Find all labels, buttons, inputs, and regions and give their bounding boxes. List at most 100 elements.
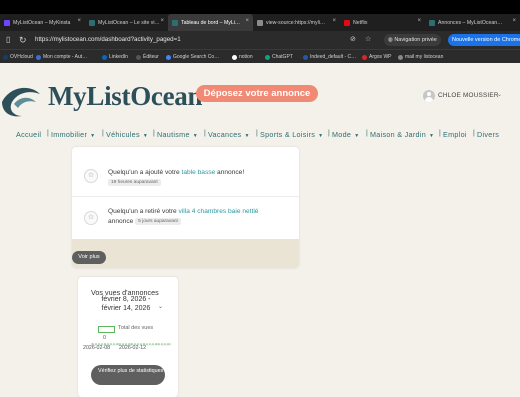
- reload-icon[interactable]: ↻: [19, 35, 27, 45]
- main-nav: Accueil Immobilier ▼ Véhicules ▼ Nautisme ▼ Vac…: [0, 130, 520, 142]
- bookmark-item[interactable]: LinkedIn: [102, 53, 128, 61]
- nav-item-5[interactable]: Sports & Loisirs ▼: [260, 130, 323, 139]
- activity-footer: [72, 239, 299, 268]
- nav-item-6[interactable]: Mode ▼: [332, 130, 359, 139]
- listing-link[interactable]: villa 4 chambres baie nettlé: [179, 208, 259, 215]
- bookmark-item[interactable]: OVHcloud: [3, 53, 33, 61]
- post-ad-button[interactable]: Déposez votre annonce: [196, 85, 318, 102]
- bookmark-item[interactable]: Google Search Co…: [166, 53, 219, 61]
- date-range-select[interactable]: février 8, 2026 - février 14, 2026: [92, 295, 160, 313]
- legend-label: Total des vues: [118, 325, 154, 331]
- bookmark-label: Éditeur: [143, 54, 159, 60]
- nav-item-0[interactable]: Accueil: [16, 130, 41, 139]
- bookmark-label: ChatGPT: [272, 54, 293, 60]
- bookmark-item[interactable]: Mon compte - Aut…: [36, 53, 87, 61]
- nav-item-2[interactable]: Véhicules ▼: [106, 130, 148, 139]
- browser-tab[interactable]: Netflix ×: [340, 14, 425, 31]
- data-point[interactable]: [169, 343, 171, 345]
- nav-item-label: Maison & Jardin: [370, 130, 427, 139]
- activity-time: 5 jours auparavant: [135, 218, 181, 225]
- nav-item-9[interactable]: Divers: [477, 130, 499, 139]
- favicon-icon: [344, 19, 350, 26]
- bookmark-label: Google Search Co…: [173, 54, 220, 60]
- nav-item-7[interactable]: Maison & Jardin ▼: [370, 130, 434, 139]
- private-label: Navigation privée: [394, 37, 437, 43]
- tab-title: MyListOcean – MyKinsta: [13, 19, 71, 26]
- nav-item-label: Accueil: [16, 130, 42, 139]
- bookmark-label: notion: [239, 54, 253, 60]
- browser-tab[interactable]: MyListOcean – MyKinsta ×: [0, 14, 85, 31]
- bookmark-item[interactable]: notion: [232, 53, 253, 61]
- close-tab-icon[interactable]: ×: [77, 18, 81, 24]
- hide-icon[interactable]: ⊘: [350, 35, 356, 45]
- bookmarks-bar: OVHcloud Mon compte - Aut… LinkedIn Éditeur…: [0, 49, 520, 63]
- browser-tab[interactable]: MyListOcean – Le site vi… ×: [85, 14, 168, 31]
- tab-title: MyListOcean – Le site vi…: [98, 19, 160, 26]
- favicon-icon: [257, 19, 263, 26]
- activity-suffix: annonce!: [215, 169, 245, 176]
- nav-item-1[interactable]: Immobilier ▼: [51, 130, 95, 139]
- activity-time: 19 heures auparavant: [108, 179, 161, 186]
- bookmark-label: OVHcloud: [10, 54, 33, 60]
- tab-title: Annonces – MyListOcean…: [438, 19, 503, 26]
- wave-logo-icon[interactable]: [0, 82, 44, 120]
- chevron-down-icon[interactable]: ⌄: [158, 303, 163, 310]
- site-logo-text[interactable]: MyListOcean: [48, 81, 202, 112]
- user-menu[interactable]: CHLOE MOUSSIER: [438, 92, 499, 99]
- nav-separator: |: [256, 130, 258, 137]
- close-tab-icon[interactable]: ×: [332, 18, 336, 24]
- tab-title: view-source:https://myli…: [266, 19, 326, 26]
- activity-suffix: annonce: [108, 218, 134, 225]
- browser-tab[interactable]: view-source:https://myli… ×: [253, 14, 340, 31]
- chevron-down-icon: ▼: [318, 133, 324, 139]
- browser-tab[interactable]: Tableau de bord – MyLi… ×: [168, 14, 253, 31]
- activity-card: ☆ Quelqu'un a ajouté votre table basse a…: [72, 147, 299, 268]
- divider: [72, 196, 299, 197]
- bookmark-favicon-icon: [166, 54, 171, 60]
- bookmark-item[interactable]: Éditeur: [136, 53, 159, 61]
- data-point[interactable]: [156, 343, 158, 345]
- bookmark-label: LinkedIn: [109, 54, 128, 60]
- nav-item-4[interactable]: Vacances ▼: [208, 130, 250, 139]
- bookmark-item[interactable]: ChatGPT: [265, 53, 293, 61]
- new-version-button[interactable]: Nouvelle version de Chrome: [448, 34, 520, 46]
- nav-item-label: Sports & Loisirs: [260, 130, 316, 139]
- views-stats-card: Vos vues d'annonces février 8, 2026 - fé…: [78, 277, 178, 397]
- nav-item-3[interactable]: Nautisme ▼: [157, 130, 198, 139]
- browser-tab[interactable]: Annonces – MyListOcean… ×: [425, 14, 520, 31]
- more-stats-label: Vérifiez plus de statistiques: [98, 368, 164, 374]
- legend-swatch[interactable]: [98, 326, 115, 333]
- favicon-icon: [429, 19, 435, 26]
- bookmark-item[interactable]: Indeed_default - C…: [303, 53, 356, 61]
- close-tab-icon[interactable]: ×: [245, 18, 249, 24]
- favicon-icon: [4, 19, 10, 26]
- bookmark-item[interactable]: mail my listocean: [398, 53, 443, 61]
- star-icon: ☆: [84, 169, 98, 183]
- activity-text: Quelqu'un a ajouté votre table basse ann…: [108, 168, 296, 188]
- browser-toolbar: ▯ ↻ https://mylistocean.com/dashboard?ac…: [0, 31, 520, 49]
- favicon-icon: [172, 19, 178, 26]
- listing-link[interactable]: table basse: [181, 169, 215, 176]
- chevron-down-icon: ▼: [354, 133, 360, 139]
- star-icon: ☆: [84, 211, 98, 225]
- close-tab-icon[interactable]: ×: [160, 18, 164, 24]
- nav-item-label: Véhicules: [106, 130, 140, 139]
- nav-item-label: Emploi: [443, 130, 467, 139]
- chevron-down-icon[interactable]: ⌄: [497, 91, 502, 98]
- nav-separator: |: [366, 130, 368, 137]
- bookmark-item[interactable]: Argos WP: [362, 53, 392, 61]
- bookmark-label: mail my listocean: [405, 54, 444, 60]
- private-mode-badge[interactable]: ◍ Navigation privée: [384, 34, 441, 46]
- browser-tabbar: MyListOcean – MyKinsta × MyListOcean – Le …: [0, 14, 520, 31]
- nav-item-8[interactable]: Emploi: [443, 130, 467, 139]
- address-bar[interactable]: https://mylistocean.com/dashboard?activi…: [35, 35, 181, 45]
- avatar[interactable]: [423, 90, 435, 102]
- sidebar-toggle-icon[interactable]: ▯: [6, 35, 10, 45]
- close-tab-icon[interactable]: ×: [512, 18, 516, 24]
- close-tab-icon[interactable]: ×: [417, 18, 421, 24]
- more-stats-button[interactable]: Vérifiez plus de statistiques: [91, 365, 165, 385]
- see-more-button[interactable]: Voir plus: [72, 251, 106, 264]
- bookmark-star-icon[interactable]: ☆: [365, 35, 371, 45]
- nav-separator: |: [439, 130, 441, 137]
- bookmark-favicon-icon: [136, 54, 141, 60]
